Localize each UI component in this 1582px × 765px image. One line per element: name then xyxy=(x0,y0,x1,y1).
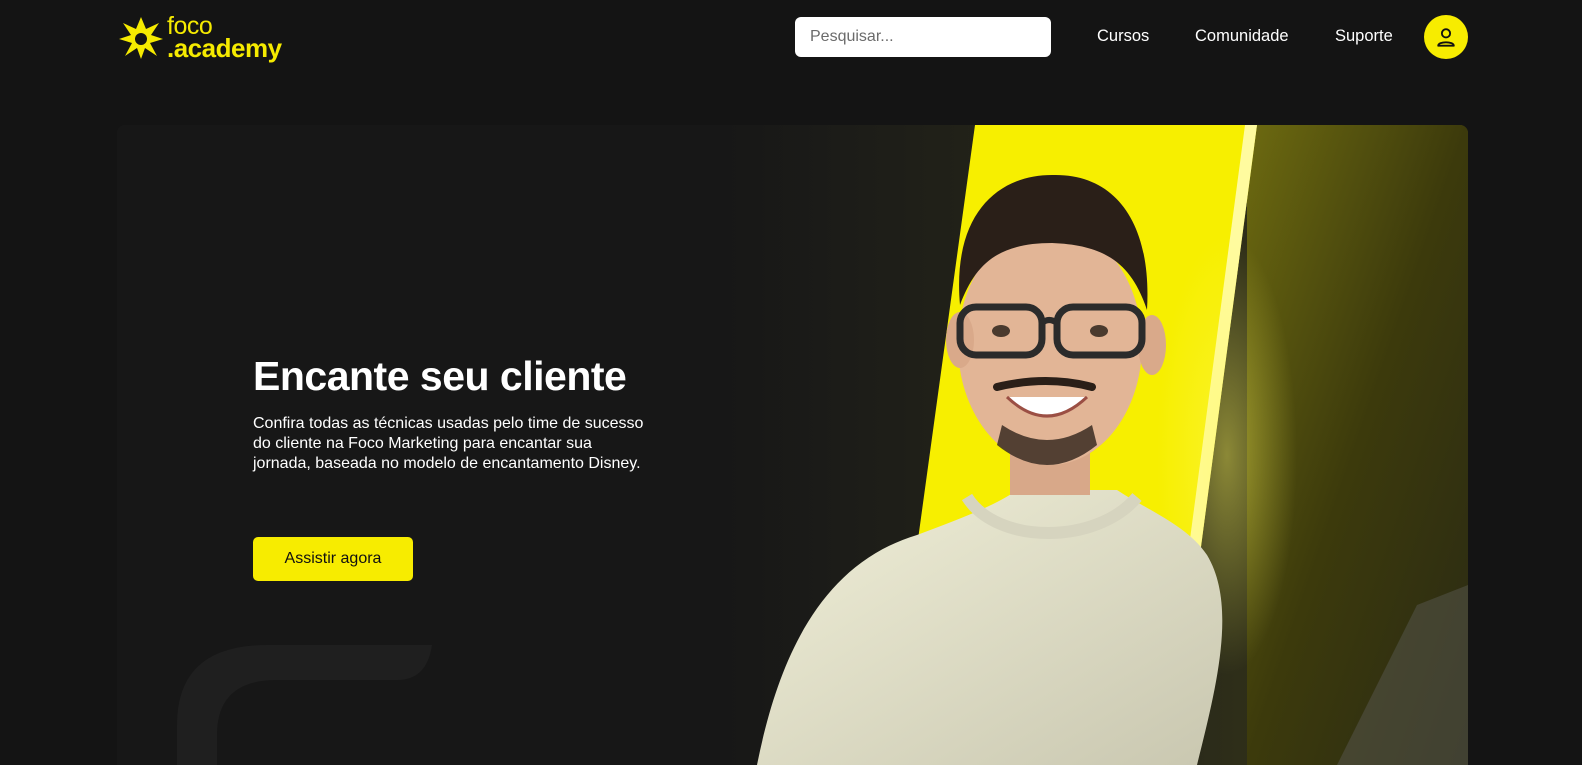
brand-wordmark: foco .academy xyxy=(167,14,282,63)
brand-logo[interactable]: foco .academy xyxy=(117,12,297,62)
top-navbar: foco .academy Cursos Comunidade Suporte xyxy=(0,0,1582,78)
hero-banner: Encante seu cliente Confira todas as téc… xyxy=(117,125,1468,765)
hero-description: Confira todas as técnicas usadas pelo ti… xyxy=(253,415,644,472)
nav-link-cursos[interactable]: Cursos xyxy=(1097,27,1149,46)
user-icon xyxy=(1437,28,1455,47)
nav-link-comunidade[interactable]: Comunidade xyxy=(1195,27,1289,46)
user-avatar-button[interactable] xyxy=(1424,15,1468,59)
hero-title: Encante seu cliente xyxy=(253,353,627,399)
watch-now-button[interactable]: Assistir agora xyxy=(253,537,413,581)
nav-link-suporte[interactable]: Suporte xyxy=(1335,27,1393,46)
brand-name-line2: .academy xyxy=(167,33,282,63)
sparkle-logo-icon xyxy=(119,17,163,59)
search-input[interactable] xyxy=(795,17,1051,57)
